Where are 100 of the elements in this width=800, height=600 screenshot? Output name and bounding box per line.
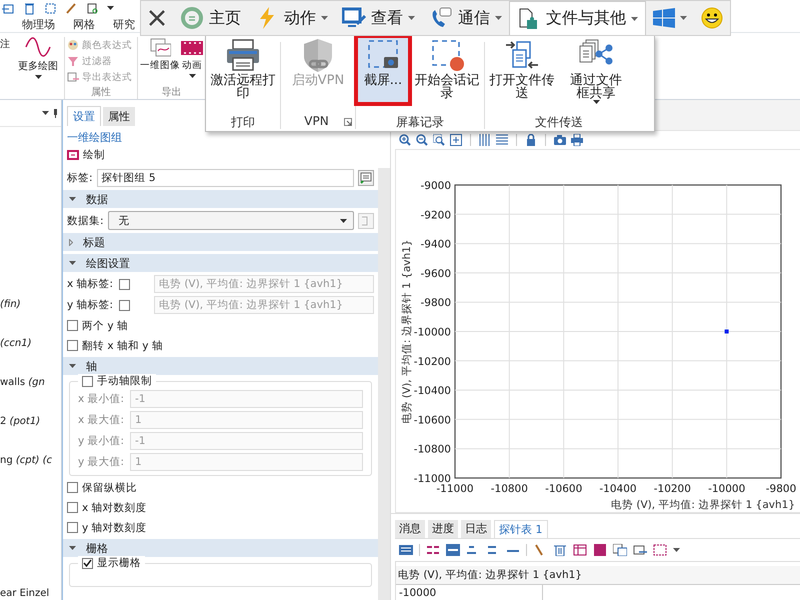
collapse-icon [69,546,76,550]
zoom-out-icon[interactable] [416,134,428,146]
menu-button[interactable]: 激活远程打印 [206,36,280,104]
panel-tab[interactable]: 属性 [103,107,135,126]
ribbon-tab[interactable]: 网格 [71,16,97,32]
checkbox[interactable] [119,278,130,290]
section-header[interactable]: 绘图设置 [63,254,378,272]
vertical-grid-icon[interactable] [479,134,491,146]
section-header[interactable]: 轴 [63,357,378,375]
section-header[interactable]: 标题 [63,233,378,251]
checkbox-label: 手动轴限制 [97,374,152,388]
checkbox-label: y 轴对数刻度 [82,520,147,534]
panel-tab[interactable]: 探针表 1 [494,520,548,538]
collapse-icon [69,364,76,368]
x-axis-title: 电势 (V), 平均值: 边界探针 1 {avh1} [611,499,795,511]
trash-icon[interactable] [23,2,36,14]
pin-icon[interactable] [53,108,58,118]
checkbox[interactable] [82,376,93,386]
checkbox[interactable] [67,482,78,493]
lock-icon[interactable] [525,134,537,146]
zoom-in-icon[interactable] [399,134,411,146]
toolbar-tab[interactable]: 通信 [422,1,509,35]
ribbon-button[interactable]: 动画 [181,37,203,85]
section-header[interactable]: 数据 [63,190,378,208]
collapse-icon [69,261,76,265]
table-export-icon[interactable] [653,544,667,556]
tree-item[interactable]: (fin) [0,299,61,310]
caret-icon [107,6,114,10]
plot-button[interactable]: 绘制 [63,148,378,162]
menu-button[interactable]: 截屏... [356,36,410,104]
caret-icon [340,218,347,222]
zoom-extents-icon[interactable] [450,134,462,146]
y-tick-label: -10600 [414,414,451,426]
table-window-icon[interactable] [613,544,627,556]
x-tick-label: -10400 [599,483,637,495]
filter-icon [67,55,79,67]
tree-item[interactable]: walls (gn [0,377,61,388]
monitor-icon [342,6,366,30]
more-plots-button[interactable]: 更多绘图 [16,37,60,99]
menu-button[interactable]: 开始会话记录 [410,36,484,104]
toolbar-tab[interactable]: 查看 [335,1,422,35]
checkbox[interactable] [67,340,78,351]
panel-tab[interactable]: 进度 [428,520,458,538]
group-label: 属性 [90,86,112,99]
camera-icon[interactable] [554,134,566,146]
field-label: x 轴标签: [67,277,114,291]
checkbox[interactable] [82,558,93,568]
panel-tab[interactable]: 消息 [395,520,425,538]
caret-icon [408,16,415,20]
toolbar-tab[interactable]: 动作 [248,1,335,35]
tree-item[interactable]: ng (cpt) (c [0,455,61,466]
toolbar-tab[interactable]: 主页 [173,1,248,35]
menu-button[interactable]: 通过文件框共享 [559,36,633,104]
zoom-box-icon[interactable] [433,134,445,146]
horizontal-grid-icon[interactable] [496,134,508,146]
brush-icon[interactable] [65,2,78,14]
tree-item[interactable]: 2 (pot1) [0,416,61,427]
smiley-icon[interactable] [701,7,723,29]
checkbox[interactable] [67,522,78,533]
import-icon[interactable] [2,2,15,14]
menu-button[interactable]: 打开文件传送 [485,36,559,104]
ribbon-tab[interactable]: 物理场 [20,16,57,32]
close-icon[interactable] [148,9,166,27]
checkbox[interactable] [119,300,130,310]
ribbon-tab[interactable]: 研究 [111,16,137,32]
x-tick-label: -10600 [545,483,582,495]
toolbar-tab[interactable]: 文件与其他 [509,1,646,35]
find-icon[interactable] [86,2,99,14]
checkbox-label: 保留纵横比 [82,480,137,494]
full-precision-icon[interactable] [426,544,440,556]
checkbox[interactable] [67,502,78,513]
print-icon[interactable] [571,134,583,146]
group-label: 打印 [231,114,255,129]
dropdown-icon[interactable] [42,111,49,115]
table-layout-icon[interactable] [399,544,413,556]
field-label: x 最小值: [78,392,126,406]
panel-tab[interactable]: 设置 [67,106,101,126]
plot-icon [67,150,79,160]
table-cell: -10000 [396,585,543,600]
dialog-launcher-icon[interactable] [344,118,352,126]
scrollbar[interactable] [378,168,390,600]
label-input[interactable]: 探针图组 5 [96,169,354,187]
edit-note-icon[interactable] [358,170,374,186]
checkbox[interactable] [67,320,78,331]
tree-item[interactable]: (ccn1) [0,338,61,349]
y-tick-label: -9000 [420,180,451,192]
table-icon[interactable] [573,544,587,556]
section-header[interactable]: 栅格 [63,539,378,557]
dataset-select[interactable]: 无 [108,211,354,230]
trash-icon[interactable] [553,544,567,556]
caret-icon [680,16,687,20]
caret-icon [321,16,328,20]
tree-item[interactable]: ear Einzel [0,588,61,599]
ribbon-button[interactable]: 一维图像 [140,37,180,85]
group-label: 文件传送 [535,114,583,129]
automatic-notation-icon[interactable] [446,544,460,556]
x-tick-label: -10200 [654,483,691,495]
panel-tab[interactable]: 日志 [461,520,491,538]
select-icon[interactable] [44,2,57,14]
color-square-icon[interactable] [593,544,607,556]
